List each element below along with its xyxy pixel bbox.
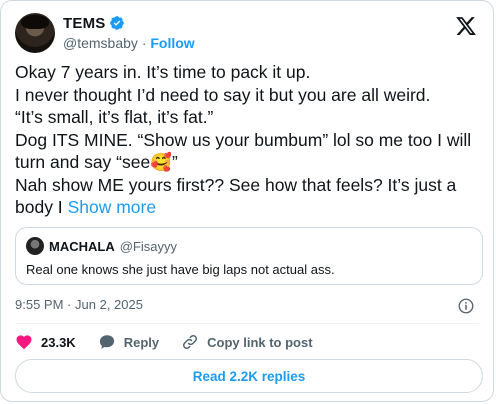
quote-text: Real one knows she just have big laps no… (26, 262, 335, 277)
reply-bubble-icon (99, 335, 114, 349)
like-button[interactable]: 23.3K (15, 333, 76, 351)
like-count: 23.3K (41, 334, 76, 350)
tweet-line-2: I never thought I’d need to say it but y… (15, 84, 431, 105)
verified-badge-icon (109, 15, 125, 31)
avatar[interactable] (15, 13, 55, 53)
action-bar: 23.3K Reply Copy link to post (15, 331, 313, 353)
quote-avatar (26, 237, 44, 255)
show-more-link[interactable]: Show more (68, 197, 157, 217)
handle-row: @temsbaby · Follow (63, 35, 195, 55)
tweet-line-1: Okay 7 years in. It’s time to pack it up… (15, 62, 311, 82)
divider (15, 323, 479, 324)
handle-separator: · (141, 35, 147, 51)
quote-author-handle: @Fisayyy (119, 238, 177, 254)
author-handle[interactable]: @temsbaby (63, 35, 138, 51)
smiling-face-hearts-emoji: 🥰 (150, 152, 173, 172)
tweet-line-4-end: ” (172, 152, 178, 172)
tweet-meta: 9:55 PM · Jun 2, 2025 (15, 297, 481, 317)
quote-header: MACHALA @Fisayyy (26, 237, 177, 255)
name-row: TEMS (63, 13, 195, 33)
copy-link-button[interactable]: Copy link to post (181, 333, 313, 351)
tweet-line-4: Dog ITS MINE. “Show us your bumbum” lol … (15, 129, 476, 173)
link-icon (183, 334, 198, 350)
tweet-time[interactable]: 9:55 PM (15, 297, 63, 312)
tweet-header: TEMS @temsbaby · Follow (15, 11, 479, 55)
read-replies-button[interactable]: Read 2.2K replies (15, 359, 483, 393)
reply-label: Reply (123, 334, 160, 350)
tweet-date[interactable]: Jun 2, 2025 (75, 297, 143, 312)
tweet-text: Okay 7 years in. It’s time to pack it up… (15, 61, 485, 219)
meta-separator: · (67, 297, 72, 312)
x-logo-icon[interactable] (455, 15, 477, 37)
copy-link-label: Copy link to post (207, 334, 313, 350)
tweet-card: TEMS @temsbaby · Follow Okay 7 years in.… (0, 0, 494, 402)
quote-author-name: MACHALA (49, 238, 115, 254)
heart-icon (16, 335, 32, 350)
follow-button[interactable]: Follow (150, 35, 194, 51)
reply-button[interactable]: Reply (98, 333, 159, 351)
author-name[interactable]: TEMS (63, 15, 105, 32)
quoted-tweet[interactable]: MACHALA @Fisayyy Real one knows she just… (15, 227, 483, 285)
user-block: TEMS @temsbaby · Follow (63, 13, 195, 55)
info-icon[interactable] (457, 297, 475, 315)
tweet-line-3: “It’s small, it’s flat, it’s fat.” (15, 107, 214, 127)
